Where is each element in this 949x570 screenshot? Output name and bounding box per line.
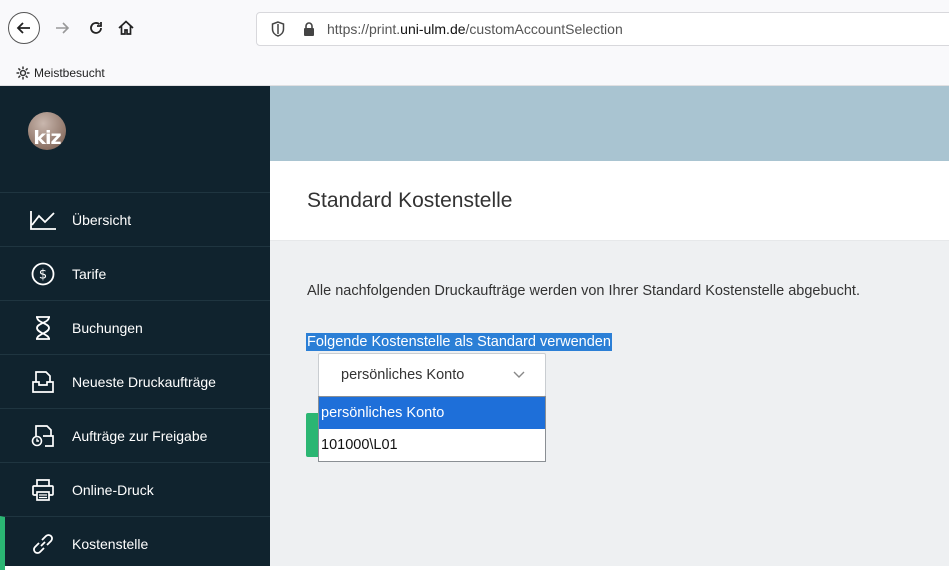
sidebar-item-label: Buchungen: [72, 319, 143, 336]
home-button[interactable]: [112, 14, 140, 42]
inbox-clock-icon: [28, 421, 58, 451]
sidebar-item-auftraege-freigabe[interactable]: Aufträge zur Freigabe: [0, 408, 270, 462]
sidebar-item-label: Übersicht: [72, 211, 132, 228]
sidebar-item-uebersicht[interactable]: Übersicht: [0, 192, 270, 246]
sidebar-item-kostenstelle[interactable]: Kostenstelle: [0, 516, 270, 570]
option-persoenliches-konto[interactable]: persönliches Konto: [319, 397, 545, 429]
arrow-right-icon: [56, 22, 70, 34]
option-101000-l01[interactable]: 101000\L01: [319, 429, 545, 461]
sidebar-item-neueste-druckauftraege[interactable]: Neueste Druckaufträge: [0, 354, 270, 408]
reload-icon: [90, 22, 102, 34]
dollar-circle-icon: $: [28, 259, 58, 289]
cost-center-select[interactable]: persönliches Konto: [318, 353, 546, 397]
description-text: Alle nachfolgenden Druckaufträge werden …: [307, 283, 860, 299]
select-dropdown: persönliches Konto 101000\L01: [318, 396, 546, 462]
sidebar-item-tarife[interactable]: $ Tarife: [0, 246, 270, 300]
url-path: /customAccountSelection: [465, 21, 623, 37]
address-bar[interactable]: https://print.uni-ulm.de/customAccountSe…: [256, 12, 949, 46]
url-domain: uni-ulm.de: [400, 21, 466, 37]
select-value: persönliches Konto: [341, 367, 465, 383]
lock-icon[interactable]: [303, 21, 317, 37]
sidebar-item-online-druck[interactable]: Online-Druck: [0, 462, 270, 516]
gear-icon: [16, 66, 30, 80]
svg-text:$: $: [39, 267, 47, 282]
kiz-logo[interactable]: kiz: [28, 112, 66, 150]
title-bar: Standard Kostenstelle: [270, 161, 949, 241]
sidebar-item-label: Kostenstelle: [72, 535, 149, 552]
sidebar-item-label: Tarife: [72, 265, 107, 282]
header-banner: [270, 86, 949, 161]
link-icon: [28, 529, 58, 559]
browser-toolbar: https://print.uni-ulm.de/customAccountSe…: [0, 0, 949, 60]
printer-icon: [28, 475, 58, 505]
select-label: Folgende Kostenstelle als Standard verwe…: [306, 333, 612, 351]
page-title: Standard Kostenstelle: [307, 189, 513, 212]
hourglass-icon: [28, 313, 58, 343]
shield-icon[interactable]: [271, 21, 287, 37]
sidebar: kiz Übersicht $ Tarife Buchungen Neueste…: [0, 86, 270, 570]
url-prefix: https://print.: [327, 21, 401, 37]
content-area: Alle nachfolgenden Druckaufträge werden …: [270, 241, 949, 566]
bookmarks-bar: Meistbesucht: [0, 60, 949, 86]
sidebar-item-label: Online-Druck: [72, 481, 154, 498]
back-button[interactable]: [8, 12, 40, 44]
inbox-icon: [28, 367, 58, 397]
reload-button[interactable]: [82, 14, 110, 42]
chart-line-icon: [28, 205, 58, 235]
arrow-left-icon: [16, 22, 30, 34]
sidebar-item-buchungen[interactable]: Buchungen: [0, 300, 270, 354]
sidebar-item-label: Neueste Druckaufträge: [72, 373, 216, 390]
home-icon: [118, 20, 134, 35]
sidebar-item-label: Aufträge zur Freigabe: [72, 427, 208, 444]
logo-text: kiz: [33, 127, 61, 149]
url-text: https://print.uni-ulm.de/customAccountSe…: [327, 21, 623, 37]
chevron-down-icon: [513, 369, 525, 381]
forward-button[interactable]: [48, 14, 76, 42]
bookmark-meistbesucht[interactable]: Meistbesucht: [34, 66, 105, 80]
